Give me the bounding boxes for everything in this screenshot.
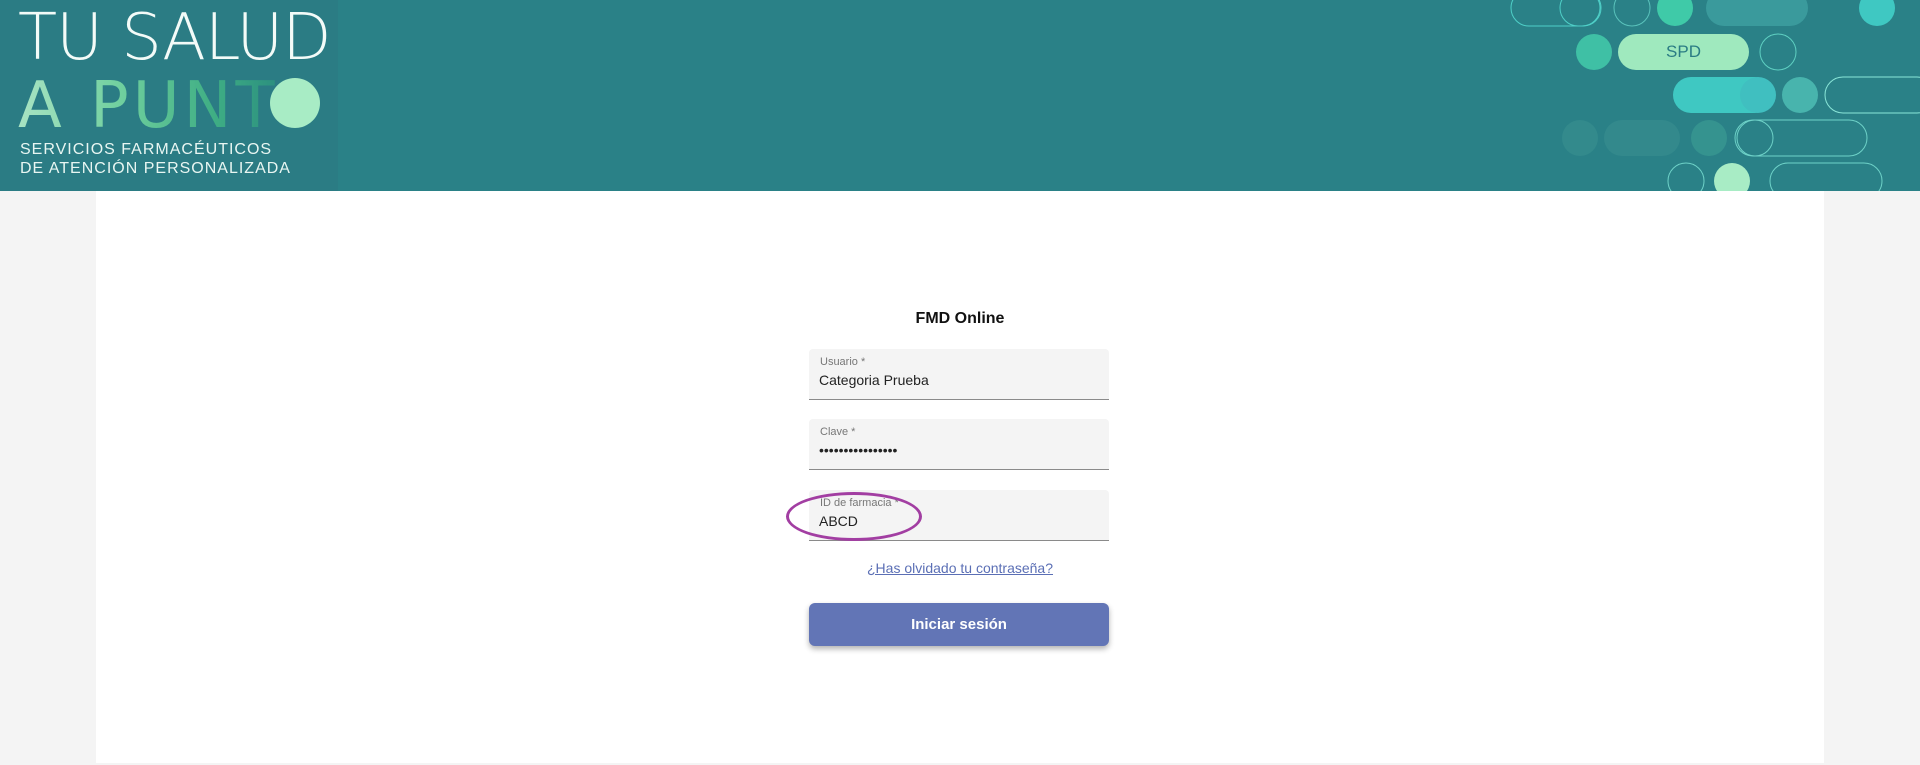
brand-o-circle-icon [270,78,320,128]
password-label: Clave * [820,426,856,438]
form-title: FMD Online [915,310,1005,327]
login-button[interactable]: Iniciar sesión [809,603,1109,646]
username-field[interactable]: Usuario * [809,349,1109,400]
decorative-pills-graphic [1510,0,1920,191]
forgot-password-link[interactable]: ¿Has olvidado tu contraseña? [867,560,1053,576]
password-field[interactable]: Clave * [809,419,1109,470]
brand-tagline: SERVICIOS FARMACÉUTICOS DE ATENCIÓN PERS… [20,140,291,178]
pharmacy-id-label: ID de farmacia * [820,497,899,509]
tagline-line2: DE ATENCIÓN PERSONALIZADA [20,160,291,177]
pharmacy-id-field[interactable]: ID de farmacia * [809,490,1109,541]
tagline-line1: SERVICIOS FARMACÉUTICOS [20,141,273,158]
brand-title-line2: A PUNT [18,69,279,143]
brand-title-line1: TU SALUD [18,1,331,75]
pharmacy-id-input[interactable] [819,513,1099,529]
spd-badge: SPD [1618,34,1749,70]
username-input[interactable] [819,372,1099,388]
username-label: Usuario * [820,356,866,368]
login-card: FMD Online Usuario * Clave * ID de farma… [96,191,1824,763]
password-input[interactable] [819,442,1099,458]
forgot-password-row: ¿Has olvidado tu contraseña? [96,560,1824,578]
brand-logo: TU SALUD A PUNT SERVICIOS FARMACÉUTICOS … [0,0,338,191]
header-banner: TU SALUD A PUNT SERVICIOS FARMACÉUTICOS … [0,0,1920,191]
